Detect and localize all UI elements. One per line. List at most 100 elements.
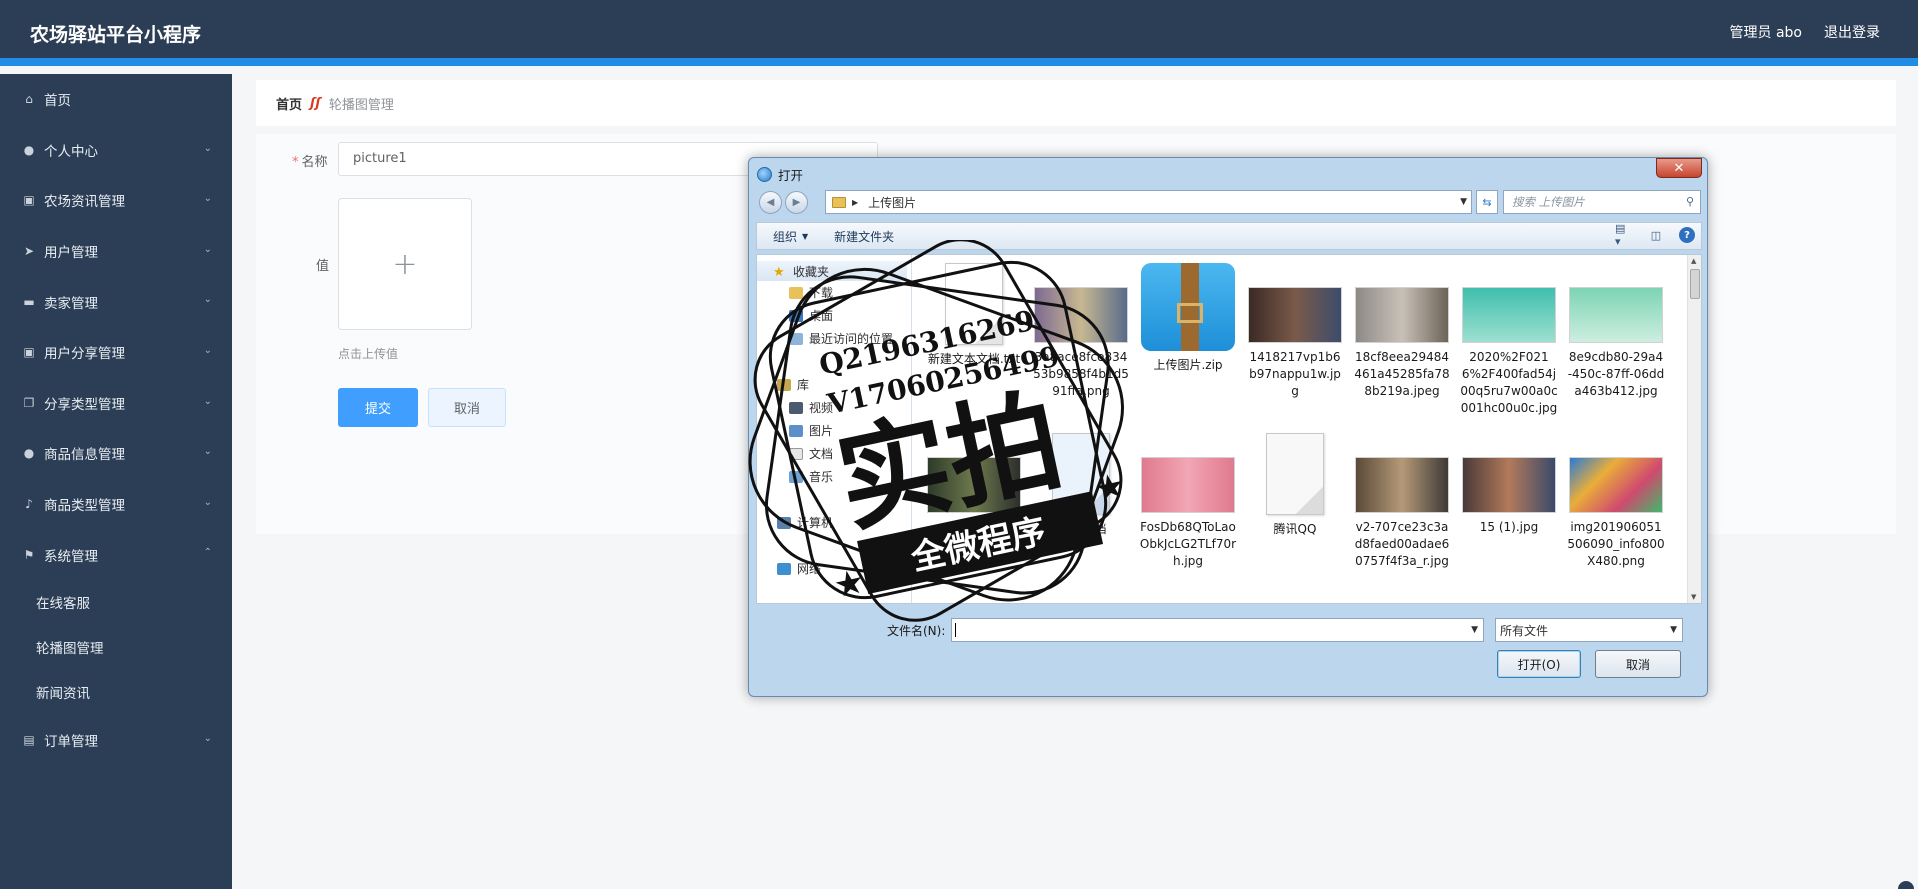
file-item[interactable]: 1418217vp1b6b97nappu1w.jpg	[1246, 287, 1344, 400]
scroll-thumb[interactable]	[1690, 269, 1700, 299]
folder-icon	[832, 196, 846, 208]
close-button[interactable]: ✕	[1656, 158, 1702, 178]
user-icon: ●	[23, 142, 35, 157]
sidebar-item-product-info[interactable]: ● 商品信息管理 ⌄	[0, 428, 232, 479]
image-thumbnail	[1462, 287, 1556, 343]
clipboard-icon: ▣	[23, 193, 35, 208]
wallet-icon: ▤	[23, 733, 35, 748]
file-list: 新建文本文档.txt 3a8ace8fce83453b9858f4b1d591f…	[925, 263, 1685, 599]
file-item[interactable]: 上传图片.zip	[1139, 263, 1237, 374]
tree-item-documents[interactable]: 文档	[789, 445, 833, 462]
file-item[interactable]: v2-707ce23c3ad8faed00adae60757f4f3a_r.jp…	[1353, 457, 1451, 570]
file-item[interactable]: 新建文本文档.txt	[925, 263, 1023, 368]
back-arrow-icon[interactable]: ◀	[759, 191, 782, 214]
sidebar-item-personal-center[interactable]: ● 个人中心 ⌄	[0, 125, 232, 176]
chevron-right-icon: ▶	[852, 197, 859, 207]
file-list-scrollbar[interactable]: ▲ ▼	[1687, 255, 1701, 603]
music-icon	[789, 470, 803, 483]
file-item[interactable]: FosDb68QToLaoObkJcLG2TLf70rh.jpg	[1139, 457, 1237, 570]
filetype-select[interactable]: 所有文件 ▼	[1495, 618, 1683, 642]
sidebar-item-users[interactable]: ➤ 用户管理 ⌄	[0, 226, 232, 277]
tree-item-videos[interactable]: 视频	[789, 399, 833, 416]
value-label: 值	[316, 259, 330, 274]
chevron-down-icon: ⌄	[203, 496, 212, 508]
filename-input[interactable]: ▼	[951, 618, 1484, 642]
file-item[interactable]: img201906051506090_info800X480.png	[1567, 457, 1665, 570]
admin-user-label: 管理员 abo	[1729, 25, 1802, 41]
tree-item-desktop[interactable]: 桌面	[789, 307, 833, 324]
file-open-dialog: 打开 ✕ ◀ ▶ ▶ 上传图片 ▼ ⇆ 搜索 上传图片 ⚲ 组织 ▼ 新建文件夹 …	[748, 157, 1708, 697]
file-item[interactable]: 18cf8eea29484461a45285fa788b219a.jpeg	[1353, 287, 1451, 400]
image-thumbnail	[927, 457, 1021, 513]
file-item[interactable]: 15 (1).jpg	[1460, 457, 1558, 536]
sidebar-item-orders[interactable]: ▤ 订单管理 ⌄	[0, 715, 232, 766]
sidebar-item-system[interactable]: ⚑ 系统管理 ⌃	[0, 529, 232, 580]
chevron-down-icon: ⌄	[203, 193, 212, 205]
address-path: 上传图片	[868, 195, 917, 210]
tree-item-pictures[interactable]: 图片	[789, 422, 833, 439]
address-bar[interactable]: ▶ 上传图片 ▼	[825, 190, 1472, 214]
shortcut-file-icon	[1266, 433, 1324, 515]
breadcrumb-current: 轮播图管理	[328, 97, 394, 113]
chevron-down-icon[interactable]: ▼	[1471, 625, 1478, 635]
image-thumbnail	[1355, 457, 1449, 513]
sidebar-item-label: 商品信息管理	[44, 447, 125, 464]
image-upload-box[interactable]: +	[338, 198, 472, 330]
file-item[interactable]: 腾讯QQ	[1246, 433, 1344, 538]
sidebar-item-user-share[interactable]: ▣ 用户分享管理 ⌄	[0, 327, 232, 378]
breadcrumb-separator-icon: ʃʃ	[310, 95, 321, 111]
new-folder-button[interactable]: 新建文件夹	[834, 228, 894, 245]
chevron-down-icon[interactable]: ▼	[1460, 197, 1467, 207]
sidebar-item-home[interactable]: ⌂ 首页	[0, 74, 232, 125]
tree-item-recent[interactable]: 最近访问的位置	[789, 330, 893, 347]
chevron-down-icon: ⌄	[203, 446, 212, 458]
file-item[interactable]: 3a8ace8fce83453b9858f4b1d591ffa.png	[1032, 287, 1130, 400]
organize-menu[interactable]: 组织 ▼	[773, 228, 808, 245]
filename-label: 文件名(N):	[887, 624, 946, 638]
computer-icon	[777, 516, 791, 529]
help-icon[interactable]: ?	[1679, 227, 1695, 243]
tree-item-downloads[interactable]: 下载	[789, 284, 833, 301]
zip-archive-icon	[1141, 263, 1235, 351]
file-item[interactable]: 8e9cdb80-29a4-450c-87ff-06dda463b412.jpg	[1567, 287, 1665, 400]
image-thumbnail	[1034, 287, 1128, 343]
scroll-up-icon[interactable]: ▲	[1691, 257, 1696, 265]
tree-item-network[interactable]: 网络	[777, 560, 821, 577]
submit-button[interactable]: 提交	[338, 388, 418, 427]
file-item[interactable]: 2020%2F0216%2F400fad54j00q5ru7w00a0c001h…	[1460, 287, 1558, 417]
tree-item-computer[interactable]: 计算机	[777, 514, 833, 531]
sidebar-item-label: 用户分享管理	[44, 346, 125, 363]
preview-pane-icon[interactable]: ◫	[1647, 227, 1665, 243]
network-icon	[777, 562, 791, 575]
copy-icon: ❐	[23, 395, 35, 410]
home-icon: ⌂	[25, 92, 33, 107]
chevron-down-icon: ⌄	[203, 142, 212, 154]
sidebar-item-farm-news[interactable]: ▣ 农场资讯管理 ⌄	[0, 175, 232, 226]
sidebar-item-share-type[interactable]: ❐ 分享类型管理 ⌄	[0, 378, 232, 429]
file-item[interactable]: 221400	[925, 457, 1023, 536]
image-thumbnail	[1569, 287, 1663, 343]
cancel-button[interactable]: 取消	[428, 388, 506, 427]
text-caret	[955, 623, 956, 637]
sidebar-subitem-online-service[interactable]: 在线客服	[0, 580, 232, 625]
scroll-down-icon[interactable]: ▼	[1691, 593, 1696, 601]
refresh-icon[interactable]: ⇆	[1476, 190, 1498, 214]
sidebar-subitem-carousel[interactable]: 轮播图管理	[0, 625, 232, 670]
forward-arrow-icon[interactable]: ▶	[785, 191, 808, 214]
image-thumbnail	[1355, 287, 1449, 343]
search-input[interactable]: 搜索 上传图片 ⚲	[1503, 190, 1701, 214]
tree-item-music[interactable]: 音乐	[789, 468, 833, 485]
sidebar-subitem-news[interactable]: 新闻资讯	[0, 670, 232, 715]
logout-link[interactable]: 退出登录	[1824, 22, 1880, 42]
view-options-icon[interactable]: ▤ ▾	[1615, 222, 1633, 248]
sidebar-item-sellers[interactable]: ▬ 卖家管理 ⌄	[0, 276, 232, 327]
tree-item-libraries[interactable]: 库	[777, 376, 809, 393]
breadcrumb-home[interactable]: 首页	[276, 94, 302, 113]
file-item[interactable]: DOC文档	[1032, 433, 1130, 538]
flag-icon: ⚑	[23, 547, 35, 562]
dialog-cancel-button[interactable]: 取消	[1595, 650, 1681, 678]
sidebar-item-product-type[interactable]: ♪ 商品类型管理 ⌄	[0, 479, 232, 530]
clipboard-icon: ▣	[23, 345, 35, 360]
open-button[interactable]: 打开(O)	[1497, 650, 1581, 678]
tree-item-favorites[interactable]: ★ 收藏夹	[757, 261, 907, 281]
